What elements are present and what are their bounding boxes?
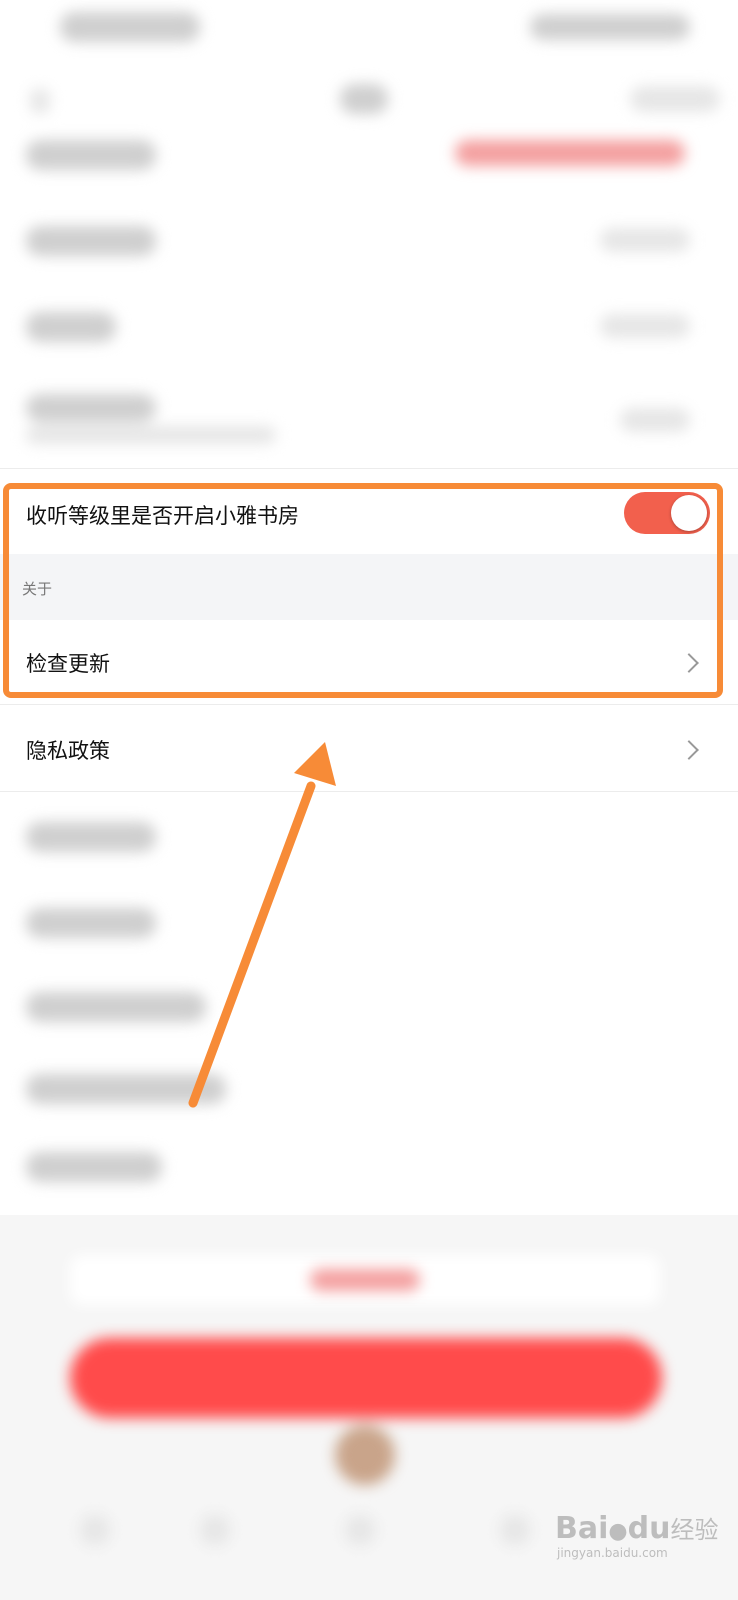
paw-icon: ● <box>608 1519 628 1544</box>
watermark-brand-2: du <box>627 1511 671 1546</box>
watermark-cn: 经验 <box>670 1516 719 1544</box>
watermark-url: jingyan.baidu.com <box>557 1546 668 1560</box>
arrow-annotation <box>188 742 336 1108</box>
watermark: Bai●du经验 jingyan.baidu.com <box>555 1510 735 1590</box>
watermark-brand: Bai <box>555 1511 609 1546</box>
